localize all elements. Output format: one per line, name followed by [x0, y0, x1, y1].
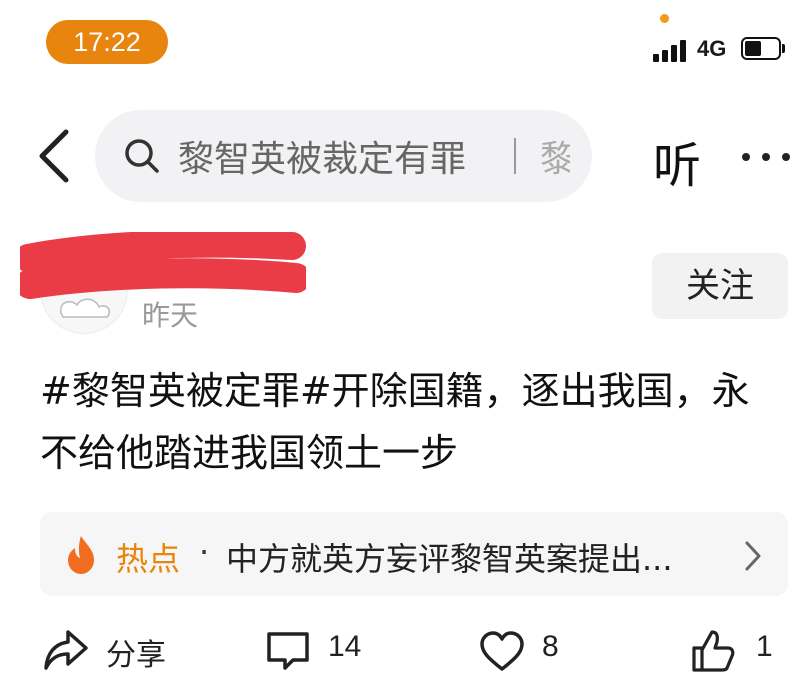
search-next-suggestion[interactable]: 黎 — [540, 130, 570, 182]
more-horizontal-icon[interactable] — [740, 150, 792, 164]
flame-icon — [68, 536, 94, 574]
heart-icon[interactable] — [478, 630, 526, 672]
like-count[interactable]: 8 — [542, 630, 559, 664]
thumbs-up-icon[interactable] — [690, 626, 736, 674]
chevron-right-icon — [745, 541, 761, 571]
status-time: 17:22 — [46, 20, 168, 64]
search-query-text[interactable]: 黎智英被裁定有罪 — [178, 130, 466, 182]
redaction-mark — [20, 232, 306, 299]
search-divider — [514, 138, 516, 174]
comment-count[interactable]: 14 — [328, 630, 361, 664]
chevron-left-icon[interactable] — [34, 128, 74, 184]
hot-topic-label: 热点 — [116, 540, 181, 578]
thumbs-up-count[interactable]: 1 — [756, 630, 773, 664]
share-label[interactable]: 分享 — [106, 630, 166, 674]
comment-icon[interactable] — [265, 630, 311, 672]
listen-button[interactable]: 听 — [653, 126, 701, 196]
privacy-indicator-dot — [660, 14, 669, 23]
hot-topic-title[interactable]: 中方就英方妄评黎智英案提出... — [226, 534, 673, 580]
search-icon — [125, 139, 159, 173]
share-icon[interactable] — [42, 626, 90, 672]
network-type: 4G — [697, 36, 727, 61]
follow-button[interactable]: 关注 — [652, 253, 788, 319]
battery-icon — [741, 37, 785, 60]
post-text: #黎智英被定罪#开除国籍，逐出我国，永不给他踏进我国领土一步 — [40, 369, 750, 475]
hot-topic-separator: · — [199, 533, 210, 571]
signal-icon — [653, 38, 691, 62]
